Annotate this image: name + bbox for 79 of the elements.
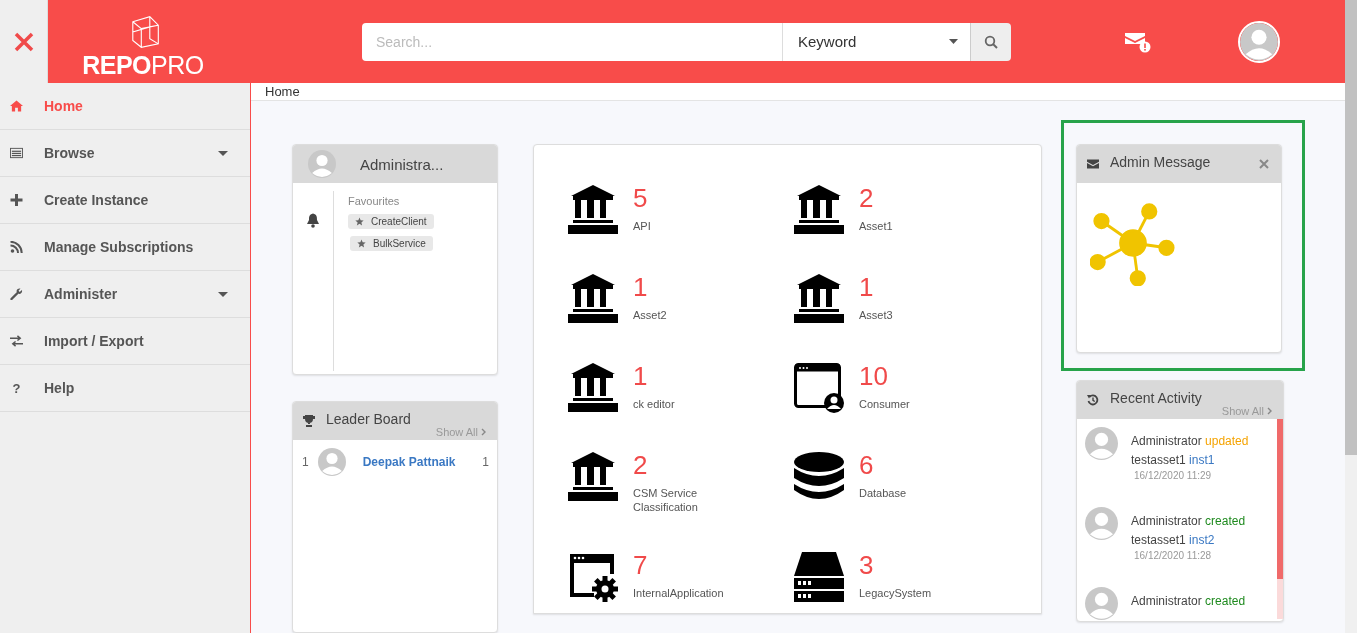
asset-name: testasset1: [1131, 453, 1186, 467]
server-icon: [794, 552, 844, 602]
asset-tile[interactable]: 2 CSM Service Classification: [568, 452, 794, 514]
instance-link[interactable]: inst1: [1189, 453, 1215, 467]
browser-user-icon: [794, 363, 844, 413]
plus-icon: [10, 194, 23, 206]
asset-tile[interactable]: 5 API: [568, 185, 794, 236]
avatar-icon: [1085, 427, 1118, 460]
close-icon[interactable]: [1259, 159, 1269, 169]
score: 1: [482, 455, 489, 469]
network-hub-icon: [1090, 200, 1176, 286]
filter-dropdown[interactable]: Keyword: [783, 22, 970, 61]
asset-tile[interactable]: 10 Consumer: [794, 363, 1020, 414]
caret-icon: [949, 39, 958, 44]
asset-name: testasset1: [1131, 533, 1186, 547]
user-avatar[interactable]: [1238, 20, 1280, 63]
instance-link[interactable]: inst2: [1189, 533, 1215, 547]
sidebar-item[interactable]: Create Instance: [0, 177, 250, 224]
star-icon: [357, 239, 366, 248]
bank-icon: [568, 185, 618, 235]
card-title: Leader Board: [326, 411, 411, 427]
asset-tile[interactable]: 1 Asset3: [794, 274, 1020, 325]
avatar-icon: [1240, 22, 1278, 61]
favourites-label: Favourites: [348, 195, 400, 207]
activity-text: Administrator created: [1131, 513, 1246, 530]
bank-icon: [794, 185, 844, 235]
search-icon: [984, 34, 998, 49]
close-icon: [13, 31, 34, 52]
bank-icon: [794, 274, 844, 324]
sidebar-item[interactable]: Browse: [0, 130, 250, 177]
breadcrumb[interactable]: Home: [265, 84, 300, 99]
bell-icon: [306, 213, 320, 228]
card-title: Recent Activity: [1110, 390, 1202, 406]
envelope-icon: [1087, 158, 1099, 170]
sidebar-item[interactable]: Manage Subscriptions: [0, 224, 250, 271]
sidebar-item[interactable]: Administer: [0, 271, 250, 318]
activity-text: Administrator created: [1131, 593, 1246, 610]
scrollbar[interactable]: [1345, 0, 1357, 633]
sidebar-item[interactable]: Import / Export: [0, 318, 250, 365]
chevron-icon: [1267, 407, 1272, 415]
list-icon: [10, 147, 23, 159]
help-icon: ?: [10, 380, 23, 396]
rank: 1: [302, 455, 309, 469]
search-button[interactable]: [970, 22, 1011, 61]
asset-tile[interactable]: 1 Asset2: [568, 274, 794, 325]
card-title: Admin Message: [1110, 154, 1211, 170]
asset-tile[interactable]: 1 ck editor: [568, 363, 794, 414]
avatar-icon: [308, 150, 336, 178]
home-icon: [10, 100, 23, 112]
scrollbar[interactable]: [1277, 419, 1283, 619]
wrench-icon: [10, 288, 23, 300]
star-icon: [355, 217, 364, 226]
search-field[interactable]: Search...: [362, 22, 783, 61]
chevron-icon: [481, 428, 486, 436]
mail-alert-icon[interactable]: [1125, 30, 1151, 53]
bank-icon: [568, 363, 618, 413]
asset-tile[interactable]: 7 InternalApplication: [568, 552, 794, 603]
asset-tile[interactable]: 3 LegacySystem: [794, 552, 1020, 603]
user-name: Administra...: [360, 155, 444, 173]
bank-icon: [568, 274, 618, 324]
asset-tile[interactable]: 6 Database: [794, 452, 1020, 514]
sidebar-item[interactable]: ? Help: [0, 365, 250, 412]
asset-tile[interactable]: 2 Asset1: [794, 185, 1020, 236]
close-button[interactable]: [0, 0, 48, 83]
avatar-icon: [1085, 507, 1118, 540]
history-icon: [1087, 394, 1099, 406]
rss-icon: [10, 241, 23, 253]
database-icon: [794, 452, 844, 502]
avatar-icon: [317, 448, 346, 476]
trophy-icon: [303, 415, 315, 427]
activity-text: Administrator updated: [1131, 433, 1249, 450]
timestamp: 16/12/2020 11:29: [1134, 470, 1213, 481]
favourite-chip[interactable]: BulkService: [350, 236, 433, 251]
timestamp: 16/12/2020 11:28: [1134, 550, 1213, 561]
bank-icon: [568, 452, 618, 502]
user-link[interactable]: Deepak Pattnaik: [362, 455, 483, 469]
swap-arrows-icon: [10, 335, 23, 347]
browser-gear-icon: [568, 552, 618, 602]
favourite-chip[interactable]: CreateClient: [348, 214, 434, 229]
